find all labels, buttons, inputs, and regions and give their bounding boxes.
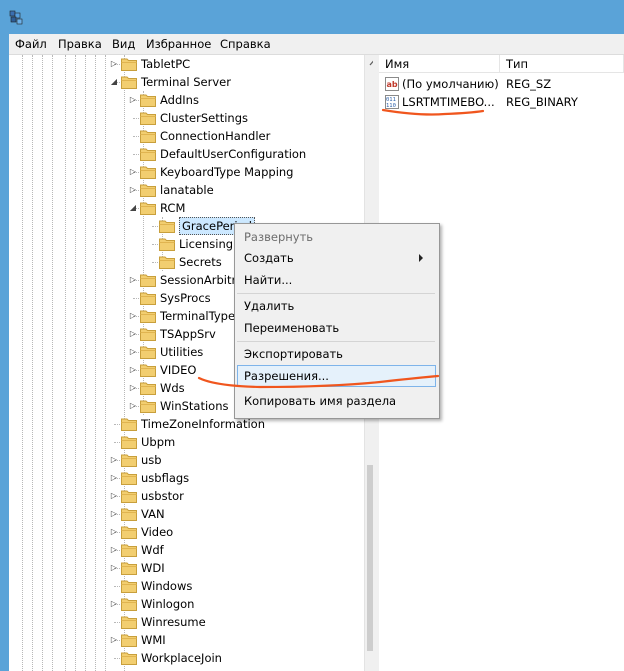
annotation-layer [197,108,485,389]
underline-annotation [381,108,485,116]
underline-annotation [197,374,440,389]
